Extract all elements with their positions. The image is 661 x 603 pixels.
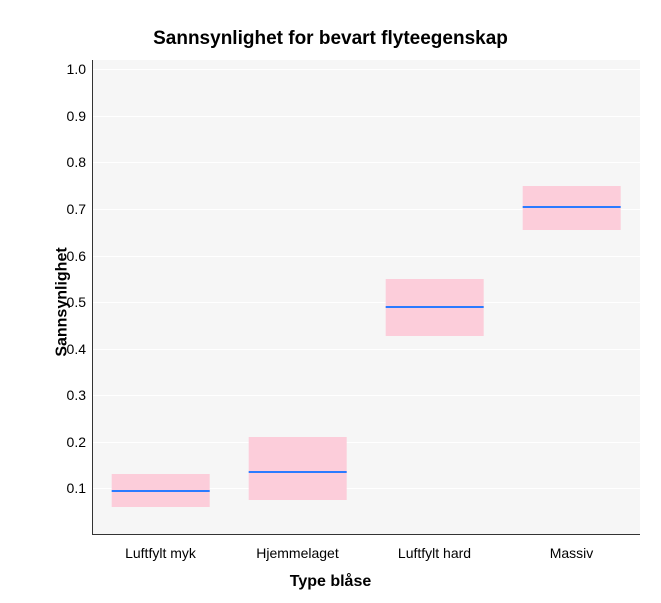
median-line [111,490,210,492]
gridline [93,302,640,303]
y-tick-label: 1.0 [46,61,86,77]
gridline [93,162,640,163]
median-line [248,471,347,473]
plot-area [92,60,640,535]
median-line [385,306,484,308]
interval-box [522,186,621,230]
x-axis-label: Type blåse [0,573,661,591]
y-tick-label: 0.1 [46,480,86,496]
y-tick-label: 0.9 [46,108,86,124]
chart-container: Sannsynlighet for bevart flyteegenskap S… [0,0,661,603]
x-tick-label: Hjemmelaget [233,545,363,561]
y-tick-label: 0.7 [46,201,86,217]
median-line [522,206,621,208]
y-tick-label: 0.5 [46,294,86,310]
gridline [93,116,640,117]
x-tick-label: Massiv [507,545,637,561]
gridline [93,442,640,443]
gridline [93,256,640,257]
interval-box [248,437,347,500]
y-tick-label: 0.6 [46,248,86,264]
x-tick-label: Luftfylt myk [96,545,226,561]
y-tick-label: 0.3 [46,387,86,403]
gridline [93,69,640,70]
y-tick-label: 0.8 [46,154,86,170]
y-tick-label: 0.4 [46,341,86,357]
x-tick-label: Luftfylt hard [370,545,500,561]
y-tick-label: 0.2 [46,434,86,450]
chart-title: Sannsynlighet for bevart flyteegenskap [0,28,661,50]
gridline [93,349,640,350]
gridline [93,395,640,396]
